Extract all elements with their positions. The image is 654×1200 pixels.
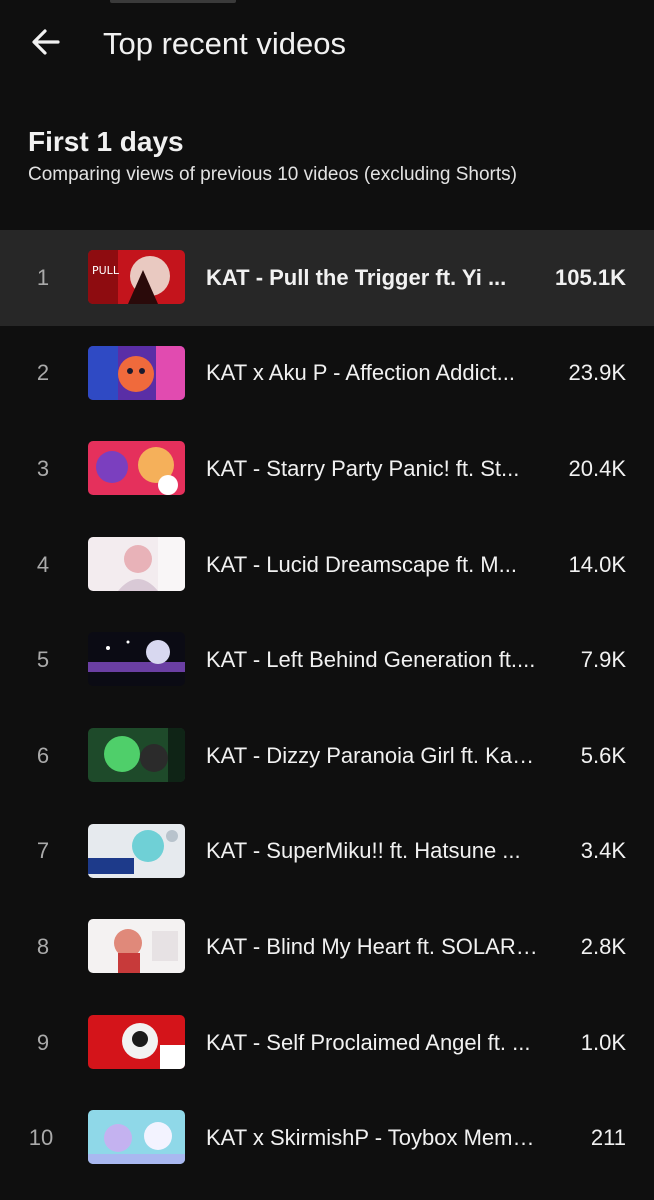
svg-text:PULL: PULL <box>92 264 120 277</box>
video-row-4[interactable]: 4 KAT - Lucid Dreamscape ft. M... 14.0K <box>0 517 654 613</box>
video-rank: 10 <box>28 1125 54 1151</box>
video-views: 1.0K <box>580 1029 626 1055</box>
back-button[interactable] <box>18 16 74 72</box>
video-title: KAT - Starry Party Panic! ft. St... <box>206 455 520 481</box>
video-title: KAT - Dizzy Paranoia Girl ft. Kas... <box>206 742 540 768</box>
video-views: 2.8K <box>580 933 626 959</box>
video-views: 3.4K <box>580 838 626 864</box>
video-views: 7.9K <box>580 647 626 673</box>
video-rank: 1 <box>36 264 50 290</box>
video-title: KAT - SuperMiku!! ft. Hatsune ... <box>206 838 521 864</box>
video-thumbnail <box>88 823 185 878</box>
video-rank: 7 <box>36 838 50 864</box>
video-row-9[interactable]: 9 KAT - Self Proclaimed Angel ft. ... 1.… <box>0 995 654 1091</box>
video-thumbnail <box>88 441 185 496</box>
arrow-left-icon <box>28 24 64 65</box>
video-title: KAT - Lucid Dreamscape ft. M... <box>206 551 517 577</box>
video-row-10[interactable]: 10 KAT x SkirmishP - Toybox Memo... 211 <box>0 1090 654 1186</box>
video-thumbnail <box>88 536 185 591</box>
video-rank: 5 <box>36 647 50 673</box>
video-row-2[interactable]: 2 KAT x Aku P - Affection Addict... 23.9… <box>0 326 654 422</box>
video-thumbnail <box>88 632 185 687</box>
video-thumbnail <box>88 1014 185 1069</box>
video-views: 20.4K <box>568 455 627 481</box>
video-row-5[interactable]: 5 KAT - Left Behind Generation ft.... 7.… <box>0 612 654 708</box>
video-rank: 4 <box>36 551 50 577</box>
video-rank: 2 <box>36 360 50 386</box>
page-title: Top recent videos <box>103 26 346 61</box>
video-rank: 3 <box>36 455 50 481</box>
top-recent-videos-screen: Top recent videos First 1 days Comparing… <box>0 0 654 1200</box>
video-list: 1 PULL KAT - Pull the Trigger ft. Yi ...… <box>0 230 654 1186</box>
video-title: KAT x SkirmishP - Toybox Memo... <box>206 1125 540 1151</box>
video-views: 23.9K <box>568 360 627 386</box>
video-thumbnail <box>88 345 185 400</box>
video-row-7[interactable]: 7 KAT - SuperMiku!! ft. Hatsune ... 3.4K <box>0 804 654 900</box>
video-thumbnail <box>88 1110 185 1165</box>
video-views: 105.1K <box>555 264 626 290</box>
video-views: 5.6K <box>580 742 626 768</box>
video-title: KAT - Self Proclaimed Angel ft. ... <box>206 1029 531 1055</box>
video-title: KAT - Pull the Trigger ft. Yi ... <box>206 264 507 290</box>
video-title: KAT - Blind My Heart ft. SOLARI... <box>206 933 540 959</box>
video-row-3[interactable]: 3 KAT - Starry Party Panic! ft. St... 20… <box>0 421 654 517</box>
app-bar: Top recent videos <box>0 0 654 88</box>
video-row-6[interactable]: 6 KAT - Dizzy Paranoia Girl ft. Kas... 5… <box>0 708 654 804</box>
video-row-1[interactable]: 1 PULL KAT - Pull the Trigger ft. Yi ...… <box>0 230 654 326</box>
video-thumbnail: PULL <box>88 250 185 304</box>
section-subtitle: Comparing views of previous 10 videos (e… <box>28 164 517 185</box>
video-rank: 6 <box>36 742 50 768</box>
video-title: KAT - Left Behind Generation ft.... <box>206 647 536 673</box>
video-thumbnail <box>88 919 185 974</box>
section-title: First 1 days <box>28 126 184 157</box>
video-rank: 9 <box>36 1029 50 1055</box>
video-title: KAT x Aku P - Affection Addict... <box>206 360 515 386</box>
video-thumbnail <box>88 727 185 782</box>
video-rank: 8 <box>36 933 50 959</box>
video-views: 14.0K <box>568 551 627 577</box>
video-views: 211 <box>590 1125 626 1151</box>
video-row-8[interactable]: 8 KAT - Blind My Heart ft. SOLARI... 2.8… <box>0 899 654 995</box>
